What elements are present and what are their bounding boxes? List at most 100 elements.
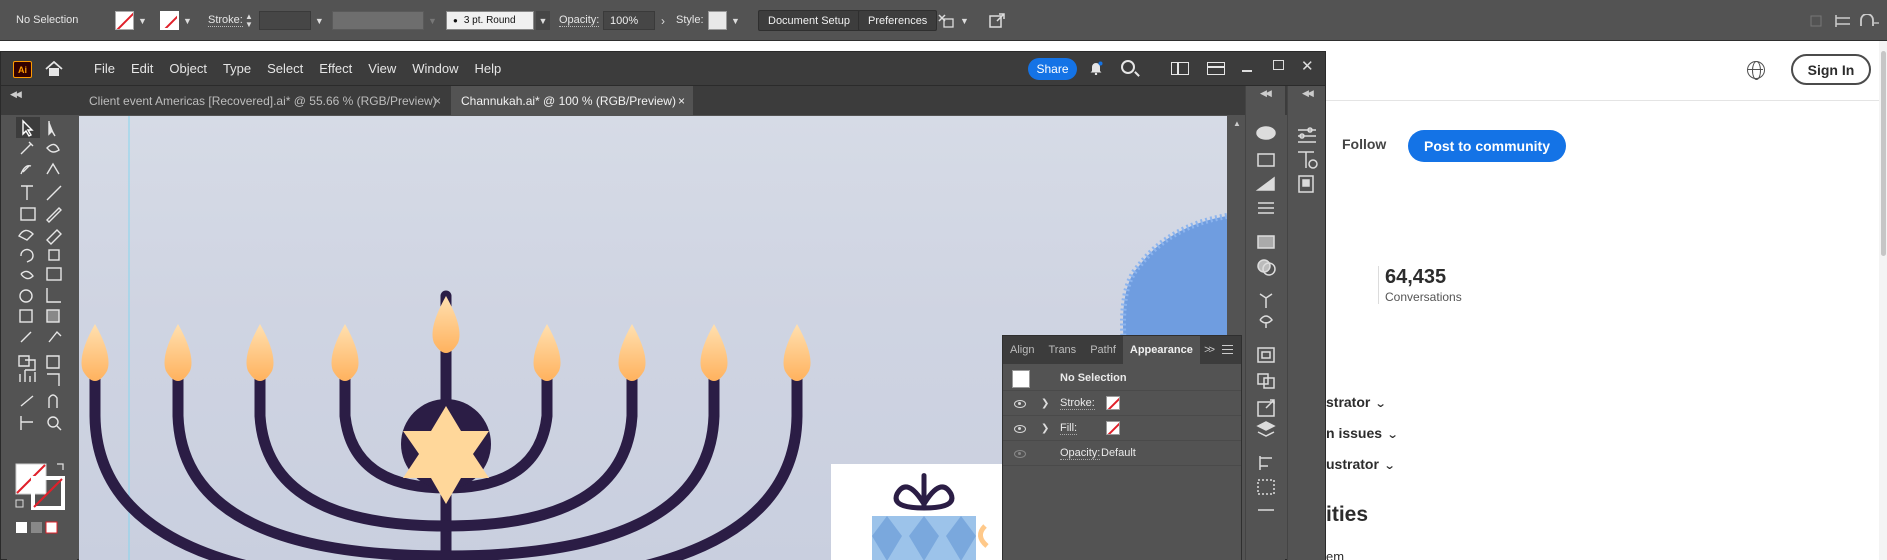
menu-object[interactable]: Object — [169, 61, 207, 76]
search-icon[interactable] — [1121, 60, 1135, 74]
control-bar: No Selection ▼ ▼ Stroke: ▲ ▼ ▼ ▼ ● 3 pt. … — [0, 0, 1887, 41]
headset-icon[interactable] — [1858, 13, 1880, 28]
close-icon[interactable]: ✕ — [1301, 57, 1314, 75]
menu-select[interactable]: Select — [267, 61, 303, 76]
visibility-eye-icon[interactable] — [1014, 425, 1026, 433]
variable-width-profile[interactable]: ▼ — [332, 10, 437, 31]
tab-align[interactable]: Align — [1003, 336, 1041, 364]
chevron-down-icon[interactable]: ▼ — [960, 16, 969, 26]
stepper-arrows-icon[interactable]: ▲ ▼ — [245, 12, 253, 29]
home-icon[interactable] — [45, 61, 63, 77]
visibility-eye-icon[interactable] — [1014, 450, 1026, 458]
sign-in-button[interactable]: Sign In — [1791, 54, 1871, 85]
arrange-panels-icon[interactable] — [1207, 62, 1225, 75]
chevron-down-icon[interactable]: ▼ — [731, 16, 740, 26]
tab-transform[interactable]: Trans — [1041, 336, 1083, 364]
expand-arrow-icon[interactable]: ❯ — [1041, 423, 1049, 434]
visibility-eye-icon[interactable] — [1014, 400, 1026, 408]
chevron-right-icon[interactable]: › — [661, 14, 665, 28]
top-right-controls — [1810, 10, 1880, 31]
collapse-dock-icon[interactable]: ◀◀ — [1302, 88, 1314, 99]
bell-icon[interactable] — [1089, 61, 1103, 75]
stroke-swatch[interactable]: ▼ — [160, 10, 192, 31]
menu-view[interactable]: View — [368, 61, 396, 76]
menu-effect[interactable]: Effect — [319, 61, 352, 76]
collapse-dock-icon[interactable]: ◀◀ — [1260, 88, 1272, 99]
post-to-community-button[interactable]: Post to community — [1408, 130, 1566, 162]
chevron-down-icon[interactable]: ▼ — [315, 16, 324, 26]
chevron-down-icon[interactable]: ▼ — [428, 16, 437, 26]
share-button[interactable]: Share — [1028, 58, 1077, 80]
nav-link-issues[interactable]: n issues ⌄ — [1326, 425, 1399, 441]
tools-panel — [7, 116, 77, 560]
menu-help[interactable]: Help — [474, 61, 501, 76]
export-button[interactable] — [988, 10, 1006, 31]
fill-none-icon[interactable] — [1106, 421, 1120, 435]
style-picker[interactable]: ▼ — [708, 10, 740, 31]
opacity-control[interactable]: 100% › — [603, 10, 665, 31]
web-scroll-thumb[interactable] — [1881, 51, 1886, 256]
appearance-row-fill[interactable]: ❯ Fill: — [1003, 416, 1241, 441]
stroke-key[interactable]: Stroke: — [1060, 397, 1095, 410]
stroke-none-icon[interactable] — [1106, 396, 1120, 410]
brush-dropdown[interactable]: ▼ — [536, 11, 550, 30]
profile-preview[interactable] — [332, 11, 424, 30]
document-setup-label[interactable]: Document Setup — [758, 10, 860, 31]
fill-swatch[interactable]: ▼ — [115, 10, 147, 31]
dock-1-icons — [1255, 126, 1276, 511]
collapse-icon[interactable] — [1810, 15, 1822, 27]
appearance-row-stroke[interactable]: ❯ Stroke: — [1003, 391, 1241, 416]
nav-link-illustrator[interactable]: strator ⌄ — [1326, 394, 1387, 410]
close-tab-icon[interactable]: × — [434, 94, 441, 108]
stroke-weight-stepper[interactable]: ▲ ▼ ▼ — [245, 10, 324, 31]
more-tabs-icon[interactable]: >> — [1204, 344, 1215, 356]
chevron-down-icon: ▼ — [538, 15, 548, 26]
menu-edit[interactable]: Edit — [131, 61, 153, 76]
web-scrollbar[interactable] — [1879, 41, 1887, 560]
style-swatch[interactable] — [708, 11, 727, 30]
workspace-icon[interactable] — [1171, 62, 1189, 75]
tab-client-event[interactable]: Client event Americas [Recovered].ai* @ … — [79, 86, 449, 115]
expand-arrow-icon[interactable]: ❯ — [1041, 398, 1049, 409]
brush-field[interactable]: ● 3 pt. Round — [446, 11, 534, 30]
tab-appearance[interactable]: Appearance — [1122, 336, 1200, 364]
appearance-row-opacity[interactable]: Opacity: Default — [1003, 441, 1241, 466]
close-tab-icon[interactable]: × — [678, 94, 685, 108]
preferences-label[interactable]: Preferences — [858, 10, 938, 31]
menu-type[interactable]: Type — [223, 61, 251, 76]
menu-file[interactable]: File — [94, 61, 115, 76]
tab-label: Channukah.ai* @ 100 % (RGB/Preview) — [461, 93, 676, 108]
nav-link-illustrator-2[interactable]: ustrator ⌄ — [1326, 456, 1396, 472]
stroke-weight-field[interactable] — [258, 11, 311, 30]
minimize-icon[interactable] — [1241, 62, 1253, 74]
tab-pathfinder[interactable]: Pathf — [1083, 336, 1123, 364]
stat-conversations: 64,435 Conversations — [1378, 266, 1462, 304]
panel-settings-icon[interactable] — [1834, 14, 1852, 28]
appearance-title-row: No Selection — [1003, 366, 1241, 391]
follow-button[interactable]: Follow — [1342, 136, 1386, 152]
selection-label: No Selection — [16, 14, 79, 26]
preferences-button[interactable]: Preferences — [858, 10, 938, 31]
document-setup-button[interactable]: Document Setup — [758, 10, 860, 31]
opacity-field[interactable]: 100% — [603, 11, 655, 30]
opacity-key[interactable]: Opacity: — [1060, 447, 1101, 460]
tab-channukah[interactable]: Channukah.ai* @ 100 % (RGB/Preview) × — [451, 86, 693, 115]
arrange-documents-control[interactable]: ▼ — [936, 10, 969, 31]
brush-definition[interactable]: ● 3 pt. Round ▼ — [446, 10, 550, 31]
fill-none-icon — [115, 11, 134, 30]
collapse-toolbar-icon[interactable]: ◀◀ — [10, 89, 22, 100]
tools-icons — [15, 117, 65, 534]
tab-label: Client event Americas [Recovered].ai* @ … — [89, 93, 437, 108]
fill-key[interactable]: Fill: — [1060, 422, 1078, 435]
chevron-down-icon: ▼ — [138, 15, 147, 26]
menu-window[interactable]: Window — [412, 61, 458, 76]
panel-menu-icon[interactable] — [1222, 345, 1233, 354]
globe-icon[interactable] — [1747, 61, 1765, 80]
stat-label: Conversations — [1385, 290, 1462, 304]
arrange-icon[interactable] — [936, 12, 956, 30]
chevron-down-icon: ⌄ — [1383, 460, 1396, 472]
export-icon[interactable] — [988, 12, 1006, 30]
scroll-up-icon[interactable]: ▲ — [1233, 119, 1241, 128]
maximize-icon[interactable] — [1273, 60, 1284, 70]
section-item[interactable]: em — [1326, 549, 1344, 560]
